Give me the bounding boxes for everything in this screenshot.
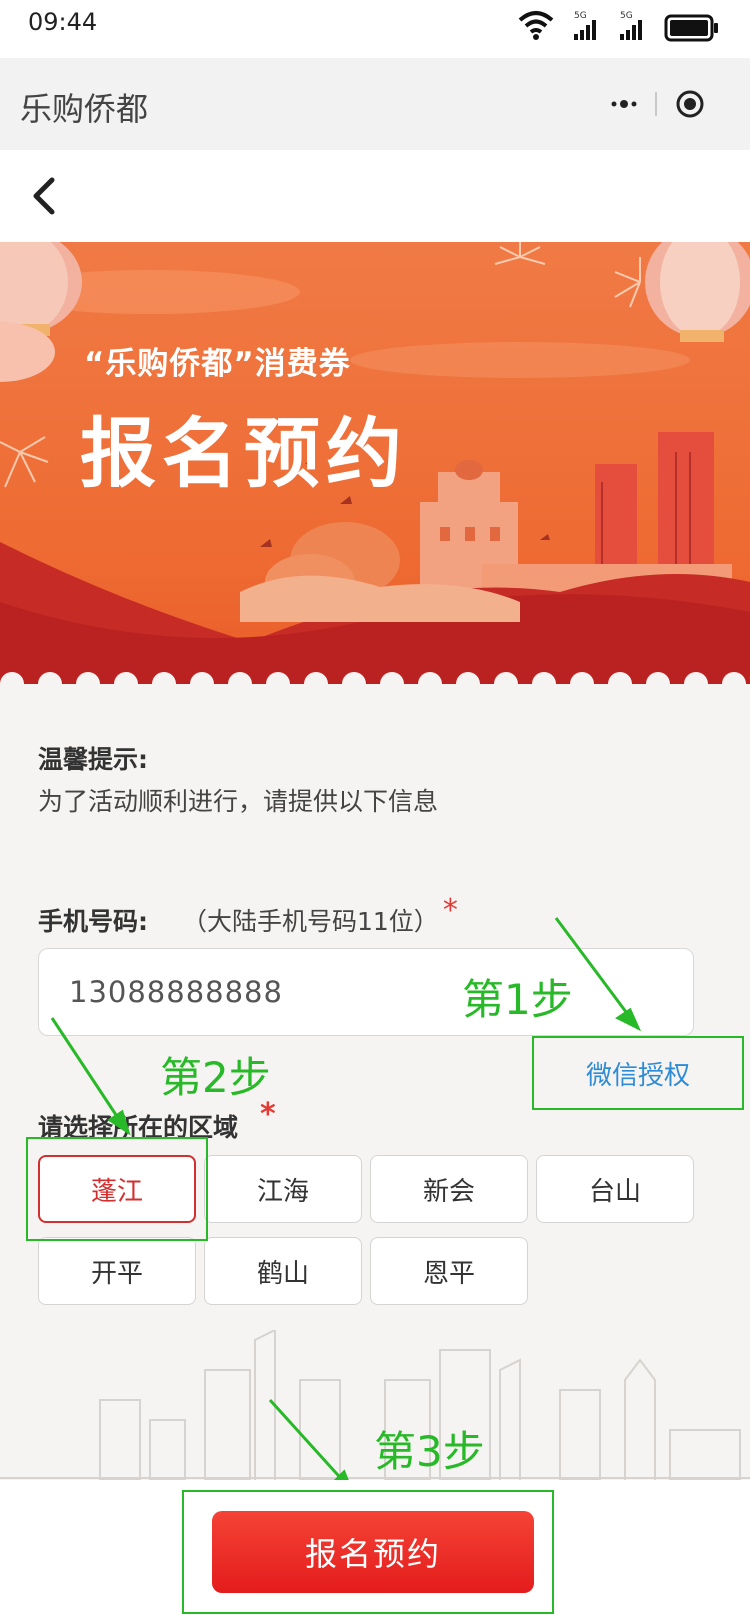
region-option-label: 恩平 xyxy=(422,1258,475,1289)
signal-icon-2: 5G xyxy=(620,11,642,40)
tip-title: 温馨提示: xyxy=(38,745,148,774)
status-bar: 09:44 5G 5G xyxy=(0,0,750,58)
region-option-label: 台山 xyxy=(588,1176,641,1207)
status-time: 09:44 xyxy=(28,8,98,36)
region-option-label: 江海 xyxy=(256,1176,309,1207)
signal-icon-1: 5G xyxy=(574,11,596,40)
svg-text:5G: 5G xyxy=(620,11,633,21)
annotation-highlight-region xyxy=(26,1137,208,1241)
battery-icon xyxy=(664,14,718,42)
banner-title: 报名预约 xyxy=(80,409,408,498)
region-option-label: 新会 xyxy=(422,1176,475,1207)
region-option-label: 鹤山 xyxy=(256,1258,309,1289)
annotation-step3: 第3步 xyxy=(374,1427,485,1476)
phone-required-mark: * xyxy=(442,893,458,928)
region-option-label: 开平 xyxy=(90,1258,143,1289)
annotation-step2: 第2步 xyxy=(160,1053,271,1102)
target-circle-icon[interactable] xyxy=(676,90,704,118)
more-dots-icon[interactable] xyxy=(611,100,637,108)
svg-text:5G: 5G xyxy=(574,11,587,21)
capsule-menu xyxy=(592,82,720,126)
phone-hint: （大陆手机号码11位） * xyxy=(182,893,458,938)
phone-input-value: 13088888888 xyxy=(69,975,283,1009)
region-option-taishan[interactable]: 台山 xyxy=(536,1155,694,1223)
page-header xyxy=(0,150,750,242)
annotation-highlight-submit xyxy=(182,1490,554,1614)
chevron-left-icon[interactable] xyxy=(28,174,58,218)
wechat-auth-label: 微信授权 xyxy=(585,1060,690,1091)
tip-text: 为了活动顺利进行，请提供以下信息 xyxy=(38,787,439,816)
banner-subtitle: “乐购侨都”消费券 xyxy=(84,346,351,382)
status-icons: 5G 5G xyxy=(518,11,718,42)
region-option-heshan[interactable]: 鹤山 xyxy=(204,1237,362,1305)
region-required-mark: * xyxy=(260,1097,276,1132)
phone-hint-text: （大陆手机号码11位） xyxy=(182,907,439,936)
phone-input[interactable]: 13088888888 xyxy=(38,948,694,1036)
wechat-auth-button[interactable]: 微信授权 xyxy=(532,1036,744,1110)
phone-label: 手机号码: xyxy=(38,907,148,936)
app-title: 乐购侨都 xyxy=(20,90,149,128)
annotation-step1: 第1步 xyxy=(462,975,573,1024)
region-option-xinhui[interactable]: 新会 xyxy=(370,1155,528,1223)
region-option-jianghai[interactable]: 江海 xyxy=(204,1155,362,1223)
hero-banner: “乐购侨都”消费券 报名预约 xyxy=(0,242,750,702)
wifi-icon xyxy=(518,11,554,40)
region-option-enping[interactable]: 恩平 xyxy=(370,1237,528,1305)
region-option-kaiping[interactable]: 开平 xyxy=(38,1237,196,1305)
miniprogram-nav-bar: 乐购侨都 xyxy=(0,58,750,150)
